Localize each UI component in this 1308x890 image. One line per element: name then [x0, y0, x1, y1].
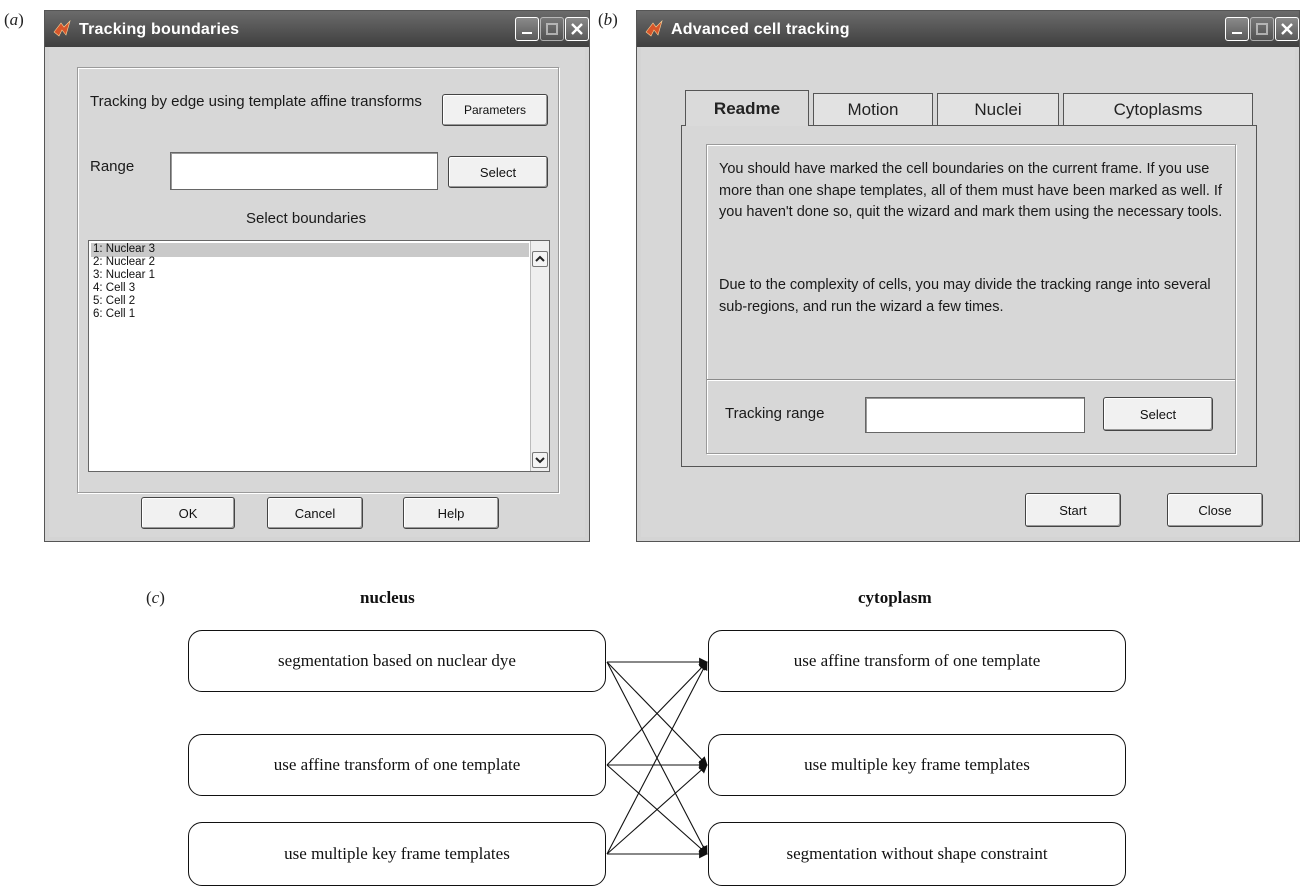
range-label: Range — [90, 158, 135, 175]
matlab-icon — [645, 20, 663, 37]
window-client-area: Readme Motion Nuclei Cytoplasms You shou… — [641, 47, 1295, 537]
maximize-button[interactable] — [1250, 17, 1274, 41]
tracking-boundaries-window: Tracking boundaries Tracking by edge usi… — [44, 10, 590, 542]
maximize-button[interactable] — [540, 17, 564, 41]
scroll-up-button[interactable] — [532, 251, 548, 267]
cytoplasm-option-segmentation: segmentation without shape constraint — [708, 822, 1126, 886]
start-button[interactable]: Start — [1025, 493, 1121, 527]
tracking-range-label: Tracking range — [725, 405, 825, 422]
ok-button[interactable]: OK — [141, 497, 235, 529]
maximize-icon — [1256, 23, 1268, 35]
boundaries-listbox[interactable]: 1: Nuclear 3 2: Nuclear 2 3: Nuclear 1 4… — [88, 240, 550, 472]
panel-a-label: (a) — [4, 10, 24, 29]
arrow-edge — [606, 764, 708, 855]
window-title: Tracking boundaries — [79, 21, 240, 38]
readme-paragraph-2: Due to the complexity of cells, you may … — [719, 277, 1211, 315]
scroll-down-button[interactable] — [532, 452, 548, 468]
help-button[interactable]: Help — [403, 497, 499, 529]
close-window-button[interactable] — [1275, 17, 1299, 41]
arrow-edge — [606, 661, 708, 766]
tracking-groupbox: Tracking by edge using template affine t… — [77, 67, 559, 493]
close-window-button[interactable] — [565, 17, 589, 41]
readme-tab-page: You should have marked the cell boundari… — [681, 125, 1257, 467]
readme-groupbox: You should have marked the cell boundari… — [706, 144, 1236, 454]
list-item[interactable]: 4: Cell 3 — [93, 282, 135, 295]
maximize-icon — [546, 23, 558, 35]
selected-row-highlight — [91, 243, 529, 257]
minimize-button[interactable] — [1225, 17, 1249, 41]
minimize-button[interactable] — [515, 17, 539, 41]
minimize-icon — [1232, 32, 1242, 34]
arrow-edge — [606, 661, 708, 855]
list-item[interactable]: 1: Nuclear 3 — [93, 243, 155, 256]
cytoplasm-heading: cytoplasm — [858, 588, 932, 607]
tracking-range-select-button[interactable]: Select — [1103, 397, 1213, 431]
tab-nuclei[interactable]: Nuclei — [937, 93, 1059, 125]
cytoplasm-option-affine: use affine transform of one template — [708, 630, 1126, 692]
panel-c-label: (c) — [146, 588, 165, 607]
select-boundaries-heading: Select boundaries — [246, 210, 367, 227]
window-titlebar[interactable]: Tracking boundaries — [45, 11, 589, 47]
list-item[interactable]: 5: Cell 2 — [93, 295, 135, 308]
window-titlebar[interactable]: Advanced cell tracking — [637, 11, 1299, 47]
list-item[interactable]: 3: Nuclear 1 — [93, 269, 155, 282]
close-button[interactable]: Close — [1167, 493, 1263, 527]
nucleus-option-segmentation: segmentation based on nuclear dye — [188, 630, 606, 692]
arrow-edge — [606, 661, 708, 766]
readme-divider — [707, 379, 1235, 381]
tab-readme[interactable]: Readme — [685, 90, 809, 126]
cancel-button[interactable]: Cancel — [267, 497, 363, 529]
cytoplasm-option-key-frames: use multiple key frame templates — [708, 734, 1126, 796]
range-select-button[interactable]: Select — [448, 156, 548, 188]
window-title: Advanced cell tracking — [671, 21, 850, 38]
arrow-edge — [606, 661, 708, 855]
nucleus-heading: nucleus — [360, 588, 415, 607]
parameters-button[interactable]: Parameters — [442, 94, 548, 126]
close-icon — [571, 23, 583, 35]
chevron-up-icon — [535, 255, 545, 262]
window-client-area: Tracking by edge using template affine t… — [49, 47, 585, 537]
nucleus-option-key-frames: use multiple key frame templates — [188, 822, 606, 886]
panel-b-label: (b) — [598, 10, 618, 29]
tab-cytoplasms[interactable]: Cytoplasms — [1063, 93, 1253, 125]
tracking-range-input[interactable] — [865, 397, 1085, 433]
matlab-icon — [53, 20, 71, 37]
list-scrollbar[interactable] — [530, 241, 549, 471]
chevron-down-icon — [535, 457, 545, 464]
readme-paragraph-1: You should have marked the cell boundari… — [719, 161, 1223, 220]
tab-motion[interactable]: Motion — [813, 93, 933, 125]
minimize-icon — [522, 32, 532, 34]
list-item[interactable]: 6: Cell 1 — [93, 308, 135, 321]
list-item[interactable]: 2: Nuclear 2 — [93, 256, 155, 269]
range-input[interactable] — [170, 152, 438, 190]
nucleus-option-affine: use affine transform of one template — [188, 734, 606, 796]
arrow-edge — [606, 764, 708, 855]
advanced-cell-tracking-window: Advanced cell tracking Readme Motion Nuc… — [636, 10, 1300, 542]
tracking-description: Tracking by edge using template affine t… — [90, 93, 422, 110]
close-icon — [1281, 23, 1293, 35]
